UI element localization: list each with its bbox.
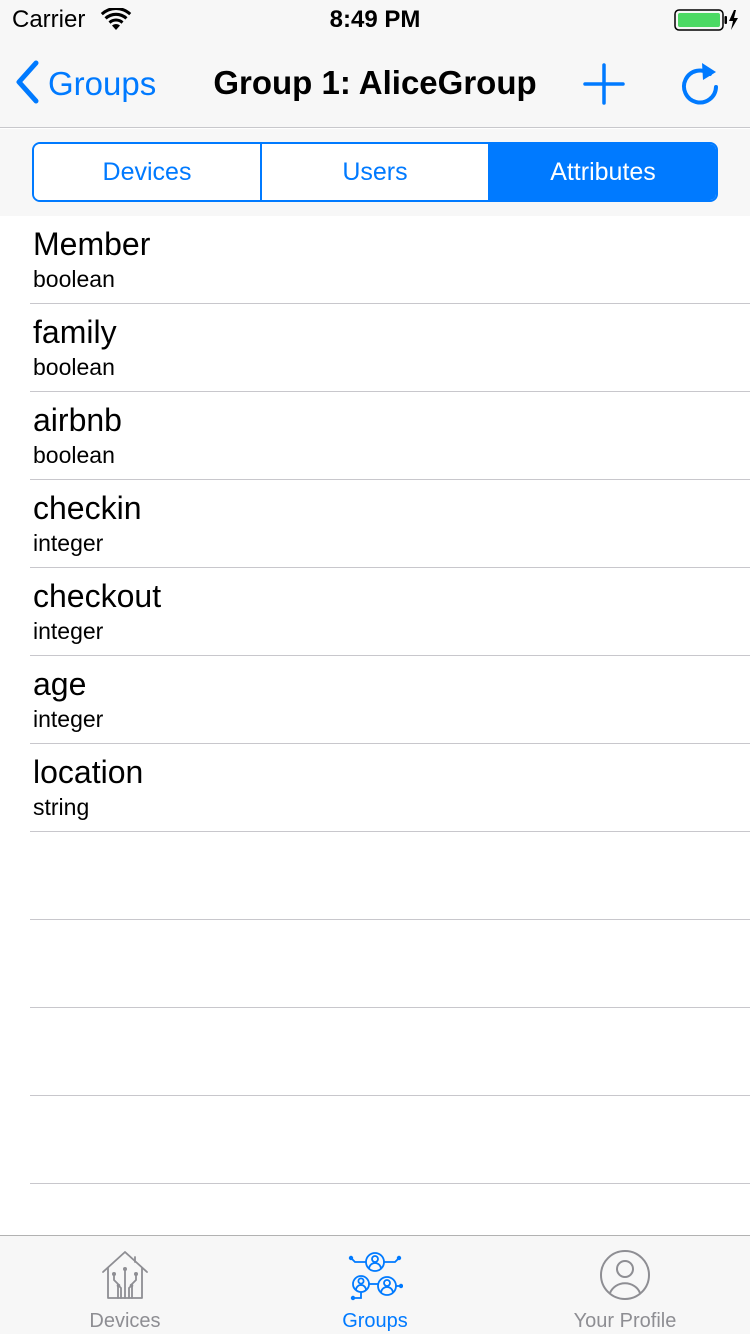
battery-icon xyxy=(674,8,740,37)
attribute-name: checkout xyxy=(33,578,162,614)
profile-icon xyxy=(598,1248,652,1307)
refresh-icon xyxy=(678,63,722,112)
navigation-bar: Groups Group 1: AliceGroup xyxy=(0,40,750,128)
status-bar: Carrier 8:49 PM xyxy=(0,0,750,40)
empty-row xyxy=(30,1096,750,1184)
attribute-list: Member boolean family boolean airbnb boo… xyxy=(0,216,750,1184)
tab-devices[interactable]: Devices xyxy=(0,1236,250,1334)
tab-bar: Devices Groups Your Profile xyxy=(0,1235,750,1334)
back-button-label: Groups xyxy=(48,65,157,102)
attribute-type: boolean xyxy=(33,354,115,380)
attribute-type: integer xyxy=(33,706,104,732)
refresh-button[interactable] xyxy=(678,60,722,113)
segment-users[interactable]: Users xyxy=(260,144,488,200)
attribute-name: Member xyxy=(33,226,151,262)
attribute-type: string xyxy=(33,794,90,820)
attribute-type: boolean xyxy=(33,442,115,468)
empty-row xyxy=(30,832,750,920)
page-title: Group 1: AliceGroup xyxy=(213,64,537,101)
attribute-type: integer xyxy=(33,618,104,644)
list-item[interactable]: family boolean xyxy=(30,304,750,392)
list-item[interactable]: age integer xyxy=(30,656,750,744)
empty-row xyxy=(30,920,750,1008)
attribute-name: age xyxy=(33,666,87,702)
segmented-control: Devices Users Attributes xyxy=(32,142,718,202)
segment-devices[interactable]: Devices xyxy=(34,144,260,200)
list-item[interactable]: Member boolean xyxy=(30,216,750,304)
add-button[interactable] xyxy=(582,62,626,111)
chevron-left-icon xyxy=(14,60,40,109)
tab-your-profile[interactable]: Your Profile xyxy=(500,1236,750,1334)
tab-label: Groups xyxy=(342,1310,408,1332)
back-button[interactable]: Groups xyxy=(14,60,156,108)
clock: 8:49 PM xyxy=(329,6,421,33)
tab-groups[interactable]: Groups xyxy=(250,1236,500,1334)
list-item[interactable]: checkout integer xyxy=(30,568,750,656)
segment-attributes[interactable]: Attributes xyxy=(488,144,716,200)
attribute-type: boolean xyxy=(33,266,115,292)
tab-label: Your Profile xyxy=(573,1310,677,1332)
attribute-name: location xyxy=(33,754,144,790)
attribute-type: integer xyxy=(33,530,104,556)
attribute-name: family xyxy=(33,314,117,350)
tab-label: Devices xyxy=(89,1310,161,1332)
plus-icon xyxy=(582,63,626,110)
smart-home-icon xyxy=(99,1248,151,1307)
list-item[interactable]: location string xyxy=(30,744,750,832)
list-item[interactable]: checkin integer xyxy=(30,480,750,568)
attribute-name: airbnb xyxy=(33,402,122,438)
list-item[interactable]: airbnb boolean xyxy=(30,392,750,480)
empty-row xyxy=(30,1008,750,1096)
group-network-icon xyxy=(347,1248,404,1309)
attribute-name: checkin xyxy=(33,490,142,526)
segmented-control-area: Devices Users Attributes xyxy=(0,129,750,216)
